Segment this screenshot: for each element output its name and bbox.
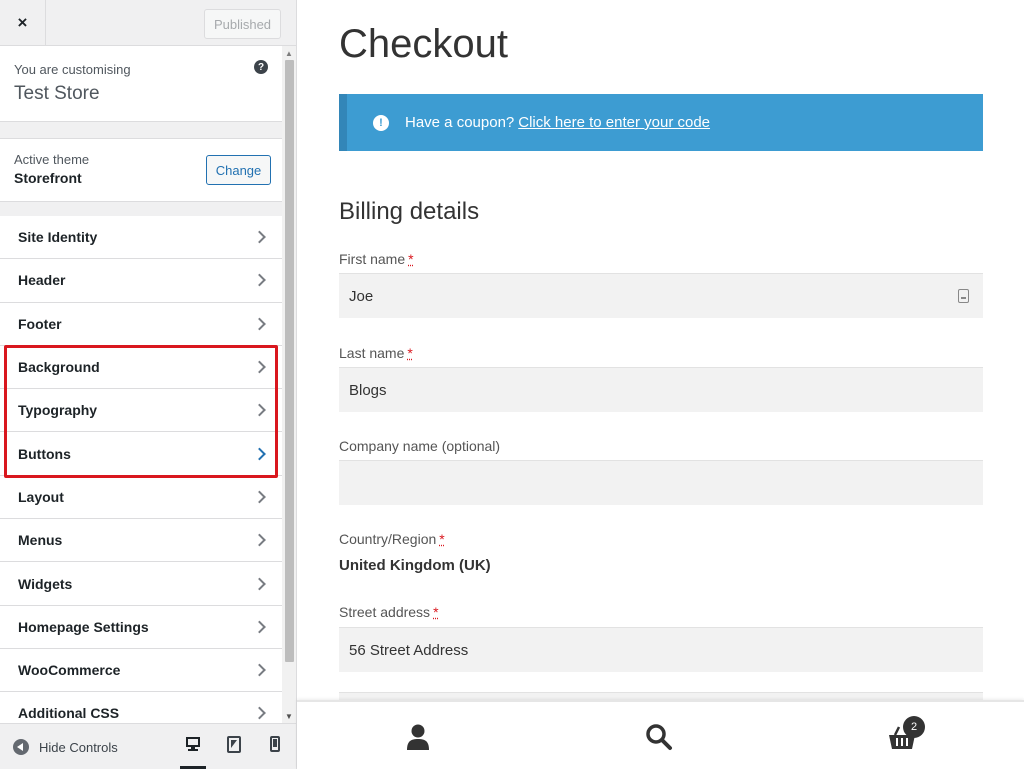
section-label: Buttons	[18, 445, 71, 462]
section-label: Widgets	[18, 575, 73, 592]
last-name-field[interactable]: Blogs	[339, 367, 983, 412]
street-address-field[interactable]: 56 Street Address	[339, 627, 983, 672]
mobile-icon	[270, 736, 280, 752]
desktop-icon	[186, 737, 200, 751]
section-site-identity[interactable]: Site Identity	[0, 216, 282, 260]
scrollbar-thumb[interactable]	[285, 60, 294, 662]
sidebar-panel: You are customising Test Store ? Active …	[0, 46, 282, 723]
street-address-value: 56 Street Address	[349, 641, 469, 659]
country-value: United Kingdom (UK)	[339, 557, 491, 574]
published-button[interactable]: Published	[204, 9, 281, 39]
section-widgets[interactable]: Widgets	[0, 562, 282, 606]
company-name-label: Company name (optional)	[339, 438, 501, 454]
last-name-label: Last name *	[339, 345, 413, 361]
section-woocommerce[interactable]: WooCommerce	[0, 648, 282, 693]
coupon-text: Have a coupon?	[405, 114, 515, 131]
contact-card-icon[interactable]	[958, 289, 969, 303]
help-icon[interactable]: ?	[254, 60, 268, 74]
coupon-notice: ! Have a coupon? Click here to enter you…	[339, 94, 983, 151]
chevron-right-icon	[253, 274, 266, 287]
hide-controls-button[interactable]: Hide Controls	[13, 739, 118, 755]
section-label: Typography	[18, 402, 98, 419]
mobile-preview-button[interactable]	[262, 736, 288, 766]
section-buttons[interactable]: Buttons	[0, 432, 282, 476]
coupon-link[interactable]: Click here to enter your code	[518, 114, 710, 131]
section-label: Menus	[18, 532, 63, 549]
chevron-right-icon	[253, 360, 266, 374]
collapse-arrow-icon	[13, 739, 29, 755]
chevron-right-icon	[253, 707, 266, 720]
chevron-right-icon	[253, 663, 266, 677]
street-address-label: Street address *	[339, 604, 439, 620]
chevron-right-icon	[253, 490, 266, 504]
section-additional-css[interactable]: Additional CSS	[0, 692, 282, 723]
customizer-sidebar: × Published You are customising Test Sto…	[0, 0, 297, 769]
close-button[interactable]: ×	[0, 0, 46, 46]
user-icon[interactable]	[402, 721, 434, 753]
site-preview: Checkout ! Have a coupon? Click here to …	[297, 0, 1024, 700]
section-layout[interactable]: Layout	[0, 475, 282, 520]
street-address-2-field[interactable]	[339, 692, 983, 700]
section-typography[interactable]: Typography	[0, 389, 282, 433]
chevron-right-icon	[253, 577, 266, 590]
search-icon[interactable]	[643, 721, 675, 753]
chevron-right-icon	[253, 533, 266, 547]
info-icon: !	[373, 114, 389, 131]
handheld-footer-bar: 2	[297, 700, 1024, 769]
chevron-right-icon	[253, 403, 266, 417]
section-header[interactable]: Header	[0, 259, 282, 303]
last-name-value: Blogs	[349, 381, 387, 399]
first-name-field[interactable]: Joe	[339, 273, 983, 318]
company-name-field[interactable]	[339, 460, 983, 505]
customising-label: You are customising	[14, 62, 131, 77]
customize-info: You are customising Test Store ?	[0, 46, 282, 122]
hide-controls-label: Hide Controls	[39, 739, 118, 755]
customizer-header: × Published	[0, 0, 296, 46]
section-homepage-settings[interactable]: Homepage Settings	[0, 605, 282, 649]
section-label: Footer	[18, 315, 62, 332]
section-footer[interactable]: Footer	[0, 302, 282, 346]
first-name-value: Joe	[349, 287, 374, 305]
first-name-label: First name *	[339, 251, 414, 267]
change-theme-button[interactable]: Change	[206, 155, 271, 185]
section-background[interactable]: Background	[0, 345, 282, 390]
scroll-up-arrow-icon[interactable]: ▲	[282, 46, 296, 60]
cart-count-badge: 2	[903, 716, 925, 738]
section-label: Layout	[18, 488, 64, 505]
section-list: Site Identity Header Footer Background T…	[0, 216, 282, 723]
section-label: Site Identity	[18, 229, 98, 246]
section-menus[interactable]: Menus	[0, 519, 282, 563]
sidebar-scrollbar[interactable]: ▲ ▼	[282, 46, 296, 723]
section-label: Additional CSS	[18, 705, 120, 722]
page-title: Checkout	[339, 22, 508, 66]
chevron-right-icon	[253, 317, 266, 331]
billing-details-heading: Billing details	[339, 198, 480, 225]
tablet-preview-button[interactable]	[221, 736, 247, 766]
site-title: Test Store	[14, 83, 100, 104]
section-label: Header	[18, 272, 66, 289]
chevron-right-icon	[253, 620, 266, 634]
chevron-right-icon	[253, 447, 266, 460]
desktop-preview-button[interactable]	[180, 736, 206, 769]
scroll-down-arrow-icon[interactable]: ▼	[282, 709, 296, 723]
section-label: Background	[18, 359, 100, 376]
chevron-right-icon	[253, 230, 266, 244]
country-label: Country/Region *	[339, 531, 445, 547]
tablet-icon	[227, 736, 241, 753]
section-label: Homepage Settings	[18, 618, 149, 635]
customizer-footer: Hide Controls	[0, 723, 296, 769]
section-label: WooCommerce	[18, 662, 121, 679]
